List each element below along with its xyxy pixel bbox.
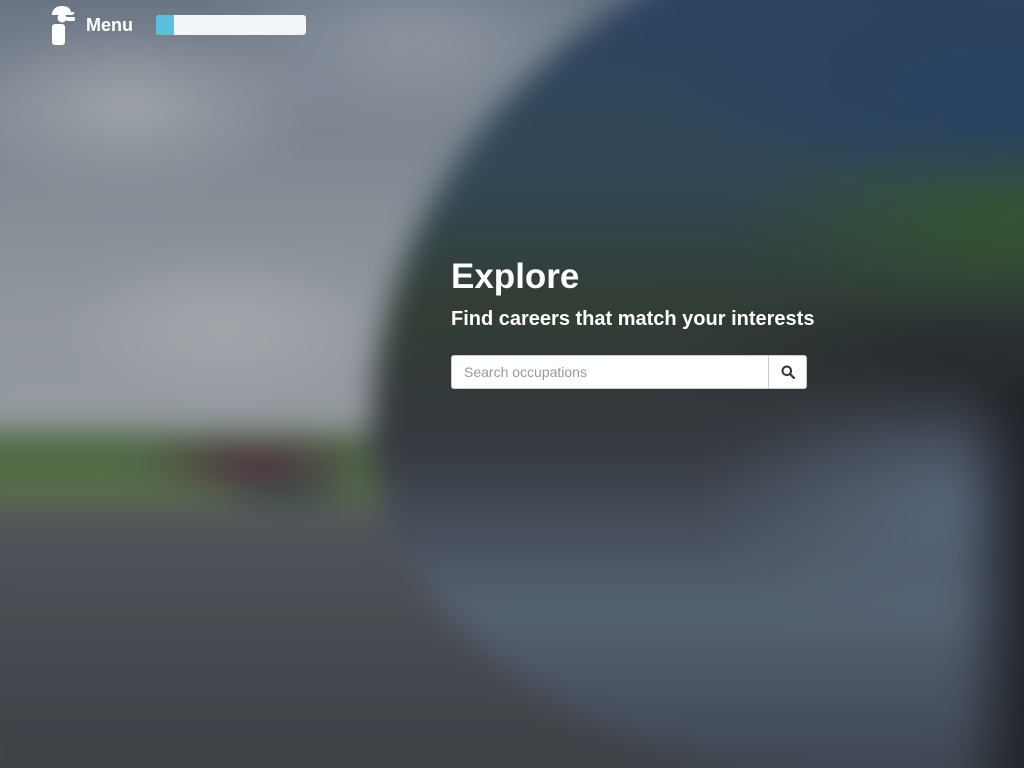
search-button[interactable] (768, 355, 807, 389)
progress-bar (156, 15, 306, 35)
explorer-person-icon[interactable] (48, 4, 78, 46)
page-subtitle: Find careers that match your interests (451, 308, 815, 330)
page: Menu Explore Find careers that match you… (0, 0, 1024, 768)
top-bar: Menu (48, 4, 133, 46)
hero: Explore Find careers that match your int… (451, 256, 814, 332)
search-icon (781, 365, 795, 379)
search-input[interactable] (451, 355, 768, 389)
progress-bar-fill (156, 15, 174, 35)
page-title: Explore (451, 257, 580, 296)
search-bar (451, 355, 807, 389)
menu-button[interactable]: Menu (86, 15, 133, 36)
